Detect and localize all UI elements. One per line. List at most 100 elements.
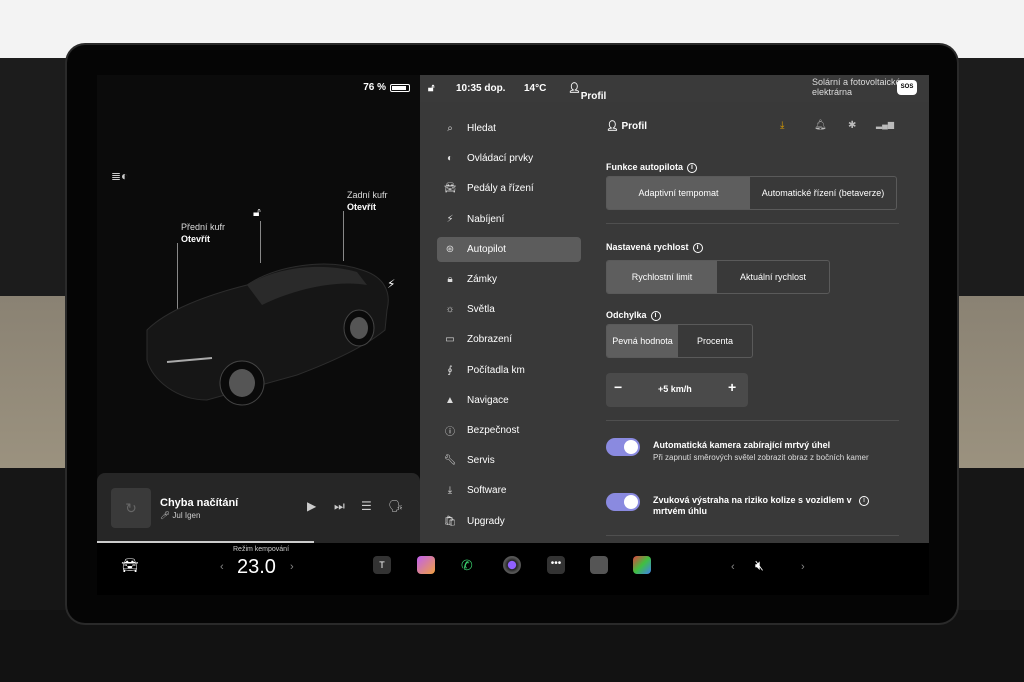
car-icon: 🚘︎ xyxy=(443,183,457,195)
media-title: Chyba načítání xyxy=(160,497,239,509)
queue-icon[interactable]: ☰ xyxy=(361,499,372,513)
menu-item-label: Bezpečnost xyxy=(467,425,520,436)
autopilot-heading-text: Funkce autopilota xyxy=(606,162,684,172)
bag-icon: 🛍︎ xyxy=(443,515,457,527)
media-player[interactable]: ↻ Chyba načítání 🎤︎ Jul Igen ▶ ⏭ ☰ 🗣︎ xyxy=(97,473,420,543)
menu-item-label: Software xyxy=(467,485,507,497)
option-adaptive-cruise[interactable]: Adaptivní tempomat xyxy=(607,177,751,209)
menu-item-světla[interactable]: ☼ Světla xyxy=(437,297,581,322)
profile-header-label: Profil xyxy=(621,121,648,132)
lock-status-icon[interactable]: 🔓︎ xyxy=(428,83,434,94)
touchscreen: 76 % ≣◐ Přední kufr Otevřít Zadní kufr O… xyxy=(97,75,929,595)
menu-item-upgrady[interactable]: 🛍︎ Upgrady xyxy=(437,509,581,534)
menu-item-počítadla-km[interactable]: ∮ Počítadla km xyxy=(437,358,581,383)
dashcam-icon[interactable] xyxy=(590,556,608,574)
sos-button[interactable]: SOS xyxy=(897,80,917,95)
volume-down-arrow[interactable]: ‹ xyxy=(731,561,735,573)
display-icon: ▭ xyxy=(445,334,455,346)
car-icon[interactable]: 🚘︎ xyxy=(121,557,139,574)
set-speed-selector[interactable]: Rychlostní limit Aktuální rychlost xyxy=(606,260,830,294)
camera-app-icon[interactable] xyxy=(503,556,521,574)
autopilot-heading: Funkce autopilota i xyxy=(606,162,698,173)
rear-trunk-title: Zadní kufr xyxy=(347,190,388,200)
media-artist: Jul Igen xyxy=(172,511,201,520)
media-subtitle: 🎤︎ Jul Igen xyxy=(160,511,201,520)
headlights-icon[interactable]: ≣◐ xyxy=(111,169,128,183)
menu-item-zámky[interactable]: 🔒︎ Zámky xyxy=(437,267,581,292)
menu-item-servis[interactable]: 🔧︎ Servis xyxy=(437,448,581,473)
rear-trunk-open[interactable]: Otevřít xyxy=(347,201,388,213)
download-icon[interactable]: ⤓ xyxy=(780,120,784,131)
autopilot-settings: 👤︎ Profil ⤓ 🔔︎ ✱ ▂▄▆ Funkce autopilota i … xyxy=(592,102,929,543)
option-autosteer[interactable]: Automatické řízení (betaverze) xyxy=(750,177,896,209)
offset-stepper[interactable]: − +5 km/h + xyxy=(606,373,748,407)
menu-item-hledat[interactable]: ⌕ Hledat xyxy=(437,116,581,141)
wrench-icon: 🔧︎ xyxy=(443,455,457,467)
menu-item-autopilot[interactable]: ⊛ Autopilot xyxy=(437,236,581,262)
blind-spot-chime-toggle[interactable] xyxy=(606,493,640,511)
speed-heading-text: Nastavená rychlost xyxy=(606,242,689,252)
option-current-speed[interactable]: Aktuální rychlost xyxy=(717,261,829,293)
blind-spot-camera-title: Automatická kamera zabírající mrtvý úhel xyxy=(653,440,831,450)
phone-icon[interactable]: ✆ xyxy=(461,557,473,574)
car-model-image[interactable] xyxy=(137,250,397,420)
profile-status[interactable]: 👤︎ Profil xyxy=(568,83,606,102)
volume-up-arrow[interactable]: › xyxy=(801,561,805,573)
info-icon[interactable]: i xyxy=(692,242,703,253)
profile-header[interactable]: 👤︎ Profil xyxy=(606,121,647,132)
voice-icon[interactable]: 🗣︎ xyxy=(388,499,403,513)
blind-spot-chime-title: Zvuková výstraha na riziko kolize s vozi… xyxy=(653,495,852,516)
menu-item-label: Počítadla km xyxy=(467,364,525,376)
games-icon[interactable] xyxy=(633,556,651,574)
autopilot-mode-selector[interactable]: Adaptivní tempomat Automatické řízení (b… xyxy=(606,176,897,210)
divider xyxy=(606,535,899,536)
cabin-temperature[interactable]: 23.0 xyxy=(237,556,276,579)
battery-percent: 76 % xyxy=(363,82,386,93)
lock-icon: 🔒︎ xyxy=(447,274,453,285)
more-apps-icon[interactable]: ••• xyxy=(547,556,565,574)
album-art: ↻ xyxy=(111,488,151,528)
menu-item-nabíjení[interactable]: ⚡︎ Nabíjení xyxy=(437,207,581,232)
info-icon[interactable]: i xyxy=(859,496,869,506)
menu-item-zobrazení[interactable]: ▭ Zobrazení xyxy=(437,327,581,352)
climate-mode-label: Režim kempování xyxy=(233,546,290,553)
toybox-icon[interactable]: T xyxy=(373,556,391,574)
info-icon[interactable]: i xyxy=(650,310,661,321)
option-percent[interactable]: Procenta xyxy=(678,325,752,357)
mute-icon[interactable]: 🔇︎ xyxy=(755,557,764,574)
settings-menu: ⌕ Hledat ◐ Ovládací prvky 🚘︎ Pedály a řízení ⚡… xyxy=(420,102,592,543)
option-fixed[interactable]: Pevná hodnota xyxy=(607,325,679,357)
rear-trunk-label[interactable]: Zadní kufr Otevřít xyxy=(347,189,388,213)
status-bar: 🔓︎ 10:35 dop. 14°C 👤︎ Profil Solární a f… xyxy=(420,75,929,102)
next-track-icon[interactable]: ⏭ xyxy=(334,499,345,514)
menu-item-ovládací-prvky[interactable]: ◐ Ovládací prvky xyxy=(437,146,581,171)
menu-item-label: Pedály a řízení xyxy=(467,183,534,195)
temp-down-arrow[interactable]: ‹ xyxy=(220,561,224,573)
play-icon[interactable]: ▶ xyxy=(307,499,316,513)
sketchpad-icon[interactable] xyxy=(417,556,435,574)
menu-item-software[interactable]: ⤓ Software xyxy=(437,478,581,503)
clock: 10:35 dop. xyxy=(456,83,506,94)
menu-item-bezpečnost[interactable]: ⓘ Bezpečnost xyxy=(437,418,581,443)
search-icon: ⌕ xyxy=(447,123,453,134)
front-trunk-title: Přední kufr xyxy=(181,222,226,232)
bell-icon[interactable]: 🔔︎ xyxy=(814,120,827,131)
bluetooth-icon[interactable]: ✱ xyxy=(848,120,856,131)
battery-icon xyxy=(390,83,410,92)
menu-item-label: Nabíjení xyxy=(467,213,505,225)
navigation-icon: ▲ xyxy=(445,394,455,406)
option-speed-limit[interactable]: Rychlostní limit xyxy=(607,261,718,293)
offset-selector[interactable]: Pevná hodnota Procenta xyxy=(606,324,753,358)
menu-item-navigace[interactable]: ▲ Navigace xyxy=(437,388,581,413)
increase-button[interactable]: + xyxy=(728,379,736,395)
front-trunk-open[interactable]: Otevřít xyxy=(181,233,225,245)
info-icon[interactable]: i xyxy=(687,162,698,173)
temp-up-arrow[interactable]: › xyxy=(290,561,294,573)
divider xyxy=(606,420,899,421)
blind-spot-camera-toggle[interactable] xyxy=(606,438,640,456)
decrease-button[interactable]: − xyxy=(614,379,622,395)
front-trunk-label[interactable]: Přední kufr Otevřít xyxy=(181,221,225,245)
menu-item-pedály-a-řízení[interactable]: 🚘︎ Pedály a řízení xyxy=(437,176,581,201)
bolt-icon: ⚡︎ xyxy=(446,213,454,225)
unlock-icon[interactable]: 🔓︎ xyxy=(253,205,261,220)
